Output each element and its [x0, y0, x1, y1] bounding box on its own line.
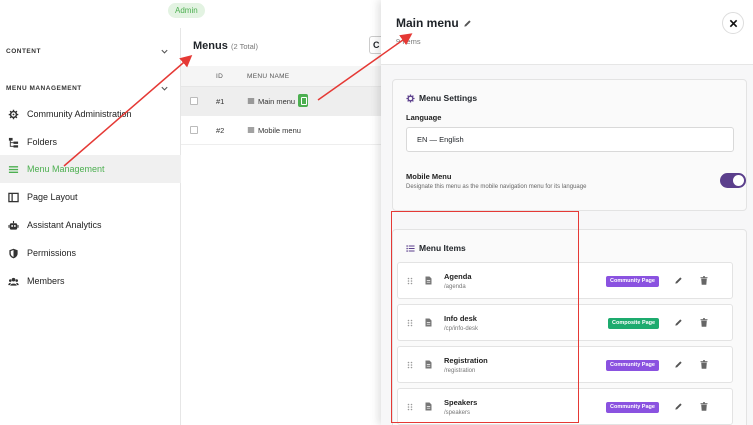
- column-header-id[interactable]: ID: [216, 73, 223, 80]
- trash-icon[interactable]: [700, 276, 708, 285]
- sidebar-item-permissions[interactable]: Permissions: [0, 239, 181, 267]
- menu-settings-card: Menu Settings Language EN — English Mobi…: [392, 79, 747, 211]
- chevron-down-icon[interactable]: [160, 47, 169, 56]
- section-header-menu-management[interactable]: MENU MANAGEMENT: [6, 85, 82, 92]
- sidebar-item-label: Menu Management: [27, 164, 105, 174]
- sidebar-item-label: Assistant Analytics: [27, 220, 102, 230]
- gear-icon: [406, 93, 415, 103]
- mobile-menu-toggle[interactable]: [720, 173, 746, 188]
- toggle-knob: [733, 175, 744, 186]
- pencil-icon[interactable]: [463, 19, 472, 28]
- row-id: #1: [216, 97, 225, 106]
- annotation-highlight-box: [391, 211, 579, 423]
- menu-settings-label: Menu Settings: [419, 93, 478, 103]
- sidebar-item-label: Community Administration: [27, 109, 132, 119]
- pencil-icon[interactable]: [674, 276, 683, 285]
- role-badge: Admin: [168, 3, 205, 18]
- layout-icon: [8, 192, 19, 202]
- menu-lines-icon: [247, 98, 255, 104]
- table-row[interactable]: #2 Mobile menu: [181, 116, 381, 145]
- page-type-badge: Community Page: [606, 402, 659, 413]
- mobile-menu-description: Designate this menu as the mobile naviga…: [406, 184, 587, 190]
- mobile-menu-label: Mobile Menu: [406, 172, 452, 181]
- menus-title: Menus: [193, 40, 228, 52]
- sidebar-item-page-layout[interactable]: Page Layout: [0, 183, 181, 211]
- drawer-item-count: 9 Items: [396, 37, 421, 46]
- chevron-down-icon[interactable]: [160, 84, 169, 93]
- sidebar-item-label: Page Layout: [27, 192, 78, 202]
- column-header-menu-name[interactable]: MENU NAME: [247, 73, 289, 80]
- sidebar-item-label: Permissions: [27, 248, 77, 258]
- trash-icon[interactable]: [700, 402, 708, 411]
- page-type-badge: Community Page: [606, 276, 659, 287]
- users-icon: [8, 277, 19, 286]
- pencil-icon[interactable]: [674, 318, 683, 327]
- robot-icon: [8, 220, 19, 230]
- sidebar-item-assistant-analytics[interactable]: Assistant Analytics: [0, 211, 181, 239]
- row-id: #2: [216, 126, 225, 135]
- row-checkbox[interactable]: [190, 97, 198, 105]
- filter-button[interactable]: C: [369, 36, 381, 54]
- close-button[interactable]: [722, 12, 744, 34]
- sidebar-item-members[interactable]: Members: [0, 267, 181, 295]
- sidebar-item-community-administration[interactable]: Community Administration: [0, 100, 181, 128]
- drawer-title: Main menu: [396, 16, 459, 30]
- page-type-badge: Community Page: [606, 360, 659, 371]
- menu-lines-icon: [247, 127, 255, 133]
- sidebar-item-label: Folders: [27, 137, 58, 147]
- sidebar-item-label: Members: [27, 276, 65, 286]
- trash-icon[interactable]: [700, 318, 708, 327]
- menu-settings-title: Menu Settings: [406, 93, 477, 103]
- trash-icon[interactable]: [700, 360, 708, 369]
- folder-tree-icon: [8, 137, 19, 148]
- language-label: Language: [406, 113, 442, 122]
- sidebar-item-menu-management[interactable]: Menu Management: [0, 155, 181, 183]
- table-row[interactable]: #1 Main menu: [181, 87, 381, 116]
- row-checkbox[interactable]: [190, 126, 198, 134]
- gear-icon: [8, 109, 19, 119]
- menu-lines-icon: [8, 165, 19, 173]
- sidebar-item-folders[interactable]: Folders: [0, 128, 181, 156]
- sidebar: CONTENT MENU MANAGEMENT Community Admini…: [0, 28, 181, 425]
- row-menu-name[interactable]: Main menu: [258, 97, 295, 106]
- language-select[interactable]: EN — English: [406, 127, 734, 152]
- mobile-device-icon: [298, 94, 308, 107]
- menus-table-header: ID MENU NAME: [181, 66, 381, 87]
- pencil-icon[interactable]: [674, 360, 683, 369]
- close-icon: [729, 19, 737, 27]
- pencil-icon[interactable]: [674, 402, 683, 411]
- page-type-badge: Composite Page: [608, 318, 660, 329]
- section-header-content[interactable]: CONTENT: [6, 48, 41, 55]
- shield-icon: [9, 248, 18, 258]
- menus-count: (2 Total): [231, 42, 258, 51]
- row-menu-name[interactable]: Mobile menu: [258, 126, 301, 135]
- menus-panel: Menus (2 Total) C ID MENU NAME #1 Main m…: [181, 28, 381, 425]
